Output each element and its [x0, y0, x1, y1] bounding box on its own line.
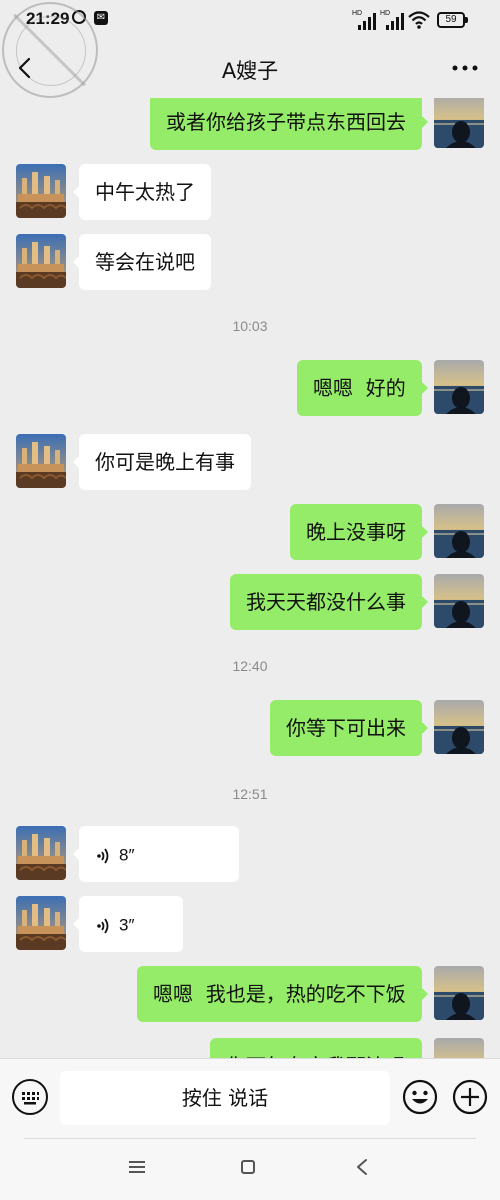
incoming-message-bubble[interactable]: 等会在说吧	[73, 234, 211, 290]
more-dots-icon[interactable]	[450, 56, 480, 80]
my-avatar[interactable]	[434, 360, 484, 414]
my-avatar[interactable]	[434, 574, 484, 628]
voice-duration: 3″	[119, 915, 135, 935]
chat-screen: 21:29 ✉ HD HD 59 A嫂子 或者你给孩子带点东西回去 中午太热了 …	[0, 0, 500, 1200]
voice-wave-icon	[97, 847, 109, 864]
my-avatar[interactable]	[434, 700, 484, 754]
my-avatar[interactable]	[434, 98, 484, 148]
outgoing-message-bubble[interactable]: 我天天都没什么事	[230, 574, 428, 630]
message-timestamp: 10:03	[232, 318, 268, 334]
outgoing-message-bubble[interactable]: 嗯嗯 我也是，热的吃不下饭	[137, 966, 428, 1022]
outgoing-message-bubble[interactable]: 或者你给孩子带点东西回去	[150, 98, 428, 150]
contact-avatar[interactable]	[16, 896, 66, 950]
emoji-icon[interactable]	[402, 1079, 438, 1115]
message-timestamp: 12:40	[232, 658, 268, 674]
contact-avatar[interactable]	[16, 826, 66, 880]
voice-duration: 8″	[119, 845, 135, 865]
system-nav-bar	[0, 1138, 500, 1200]
my-avatar[interactable]	[434, 1038, 484, 1058]
plus-icon[interactable]	[452, 1079, 488, 1115]
chat-title: A嫂子	[221, 59, 279, 83]
message-text: 中午太热了	[95, 180, 195, 204]
signal-icon-2: HD	[380, 10, 406, 30]
message-text: 嗯嗯 好的	[313, 376, 406, 400]
message-text: 嗯嗯 我也是，热的吃不下饭	[153, 982, 406, 1006]
input-bar: 按住 说话	[0, 1058, 500, 1138]
message-text: 等会在说吧	[95, 250, 195, 274]
outgoing-message-bubble[interactable]: 晚上没事呀	[290, 504, 428, 560]
message-text: 晚上没事呀	[306, 520, 406, 544]
incoming-message-bubble[interactable]: 中午太热了	[73, 164, 211, 220]
my-avatar[interactable]	[434, 504, 484, 558]
outgoing-message-bubble[interactable]: 你下午有空我那边吗	[210, 1038, 422, 1058]
voice-message-bubble[interactable]: 8″	[73, 826, 239, 882]
nav-back-icon[interactable]	[354, 1158, 370, 1176]
message-list[interactable]: 或者你给孩子带点东西回去中午太热了等会在说吧 10:03 嗯嗯 好的你可是晚上有事晚…	[0, 98, 500, 1058]
contact-avatar[interactable]	[16, 434, 66, 488]
voice-wave-icon	[97, 917, 109, 934]
outgoing-message-bubble[interactable]: 嗯嗯 好的	[297, 360, 428, 416]
message-text: 你等下可出来	[286, 716, 406, 740]
voice-message-bubble[interactable]: 3″	[73, 896, 183, 952]
incoming-message-bubble[interactable]: 你可是晚上有事	[73, 434, 251, 490]
wifi-icon	[408, 11, 430, 29]
contact-avatar[interactable]	[16, 234, 66, 288]
signal-icon: HD	[352, 10, 378, 30]
hold-to-talk-button[interactable]: 按住 说话	[60, 1071, 390, 1125]
outgoing-message-bubble[interactable]: 你等下可出来	[270, 700, 428, 756]
notification-icon: ✉	[94, 11, 108, 25]
my-avatar[interactable]	[434, 966, 484, 1020]
message-text: 或者你给孩子带点东西回去	[166, 110, 406, 134]
nav-divider	[24, 1138, 476, 1139]
message-text: 你可是晚上有事	[95, 450, 235, 474]
message-text: 我天天都没什么事	[246, 590, 406, 614]
battery-indicator: 59	[437, 12, 468, 28]
recent-apps-icon[interactable]	[128, 1160, 146, 1174]
keyboard-icon[interactable]	[12, 1079, 48, 1115]
contact-avatar[interactable]	[16, 164, 66, 218]
title-bar: A嫂子	[0, 40, 500, 98]
message-timestamp: 12:51	[232, 786, 268, 802]
home-icon[interactable]	[241, 1160, 255, 1174]
